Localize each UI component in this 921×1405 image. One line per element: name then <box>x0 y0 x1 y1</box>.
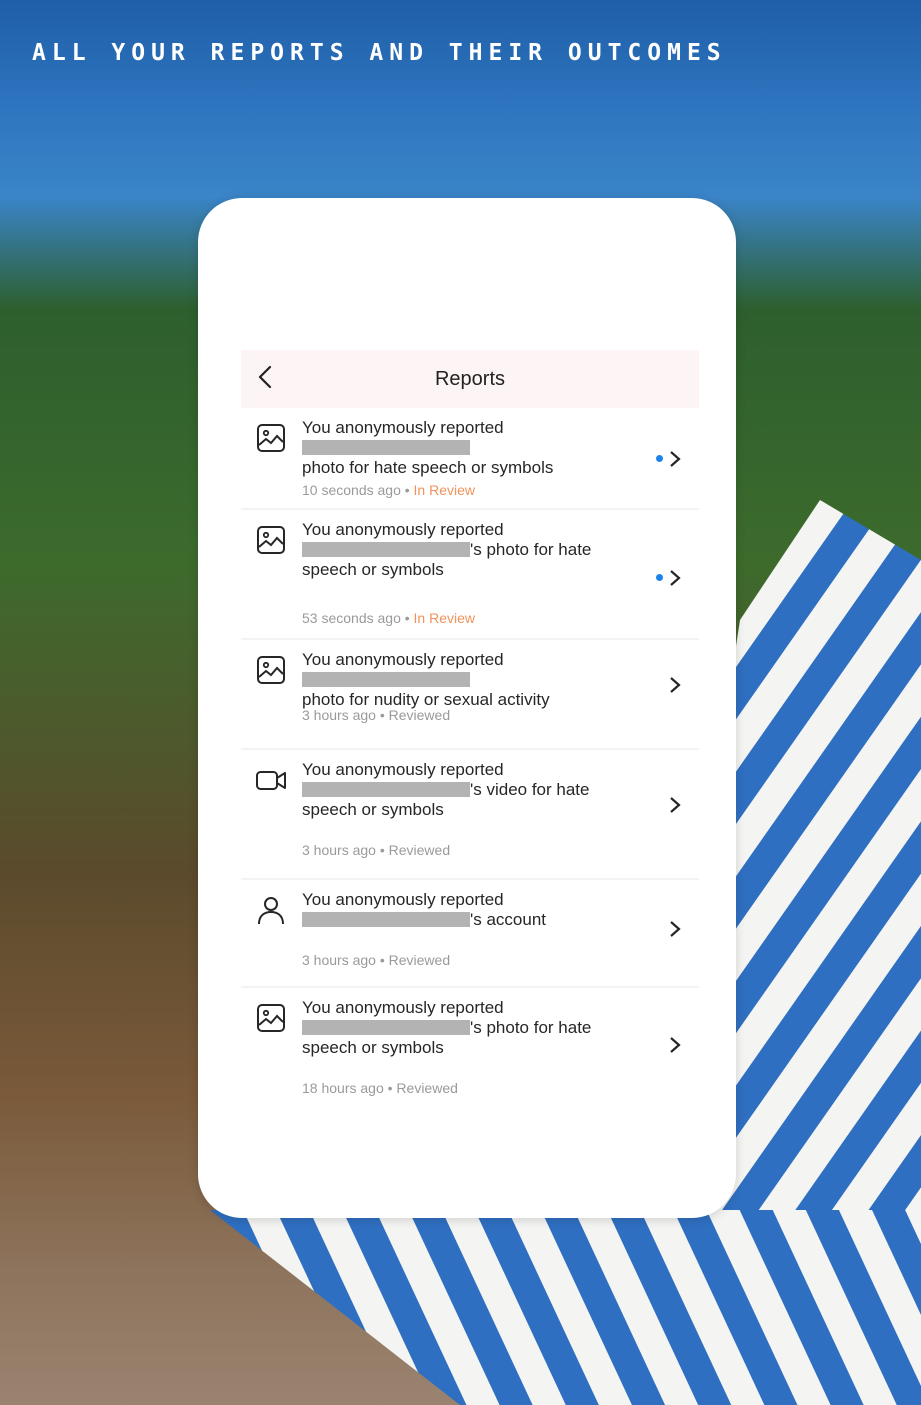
photo-icon <box>257 424 285 452</box>
photo-icon <box>257 526 285 554</box>
report-item[interactable]: You anonymously reported 's photo for ha… <box>241 510 699 640</box>
chevron-right-icon <box>670 921 681 937</box>
report-text: You anonymously reported 's photo for ha… <box>302 520 592 579</box>
unread-dot <box>656 574 663 581</box>
report-item[interactable]: You anonymously reported 's video for ha… <box>241 750 699 880</box>
report-meta: 3 hours ago • Reviewed <box>302 707 451 723</box>
redacted-username <box>302 782 470 797</box>
status-label: Reviewed <box>388 707 451 723</box>
nav-bar: Reports <box>241 350 699 408</box>
report-text: You anonymously reported photo for hate … <box>302 418 554 477</box>
report-meta: 10 seconds ago • In Review <box>302 482 476 498</box>
report-item[interactable]: You anonymously reported photo for hate … <box>241 408 699 510</box>
person-icon <box>258 897 284 925</box>
report-meta: 3 hours ago • Reviewed <box>302 842 451 858</box>
reports-screen: Reports You anonymously reported photo f… <box>241 350 699 1120</box>
video-icon <box>256 771 286 790</box>
report-text: You anonymously reported 's account <box>302 890 547 929</box>
redacted-username <box>302 672 470 687</box>
chevron-right-icon <box>670 797 681 813</box>
umbrella-lower-graphic <box>210 1210 921 1405</box>
chevron-right-icon <box>670 1037 681 1053</box>
status-label: In Review <box>413 610 476 626</box>
status-label: Reviewed <box>388 842 451 858</box>
status-label: Reviewed <box>388 952 451 968</box>
background-photo: ALL YOUR REPORTS AND THEIR OUTCOMES Repo… <box>0 0 921 1405</box>
report-item[interactable]: You anonymously reported 's photo for ha… <box>241 988 699 1116</box>
chevron-right-icon <box>670 570 681 586</box>
photo-icon <box>257 1004 285 1032</box>
report-item[interactable]: You anonymously reported photo for nudit… <box>241 640 699 750</box>
redacted-username <box>302 1020 470 1035</box>
report-text: You anonymously reported 's video for ha… <box>302 760 590 819</box>
redacted-username <box>302 440 470 455</box>
report-meta: 53 seconds ago • In Review <box>302 610 476 626</box>
page-title: Reports <box>434 368 506 390</box>
status-label: In Review <box>413 482 476 498</box>
report-item[interactable]: You anonymously reported 's account 3 ho… <box>241 880 699 988</box>
headline: ALL YOUR REPORTS AND THEIR OUTCOMES <box>32 40 727 66</box>
redacted-username <box>302 542 470 557</box>
report-meta: 18 hours ago • Reviewed <box>302 1080 458 1096</box>
status-label: Reviewed <box>396 1080 458 1096</box>
report-text: You anonymously reported photo for nudit… <box>302 650 550 709</box>
redacted-username <box>302 912 470 927</box>
report-text: You anonymously reported 's photo for ha… <box>302 998 592 1057</box>
unread-dot <box>656 455 663 462</box>
report-meta: 3 hours ago • Reviewed <box>302 952 451 968</box>
chevron-right-icon <box>670 677 681 693</box>
photo-icon <box>257 656 285 684</box>
chevron-right-icon <box>670 451 681 467</box>
